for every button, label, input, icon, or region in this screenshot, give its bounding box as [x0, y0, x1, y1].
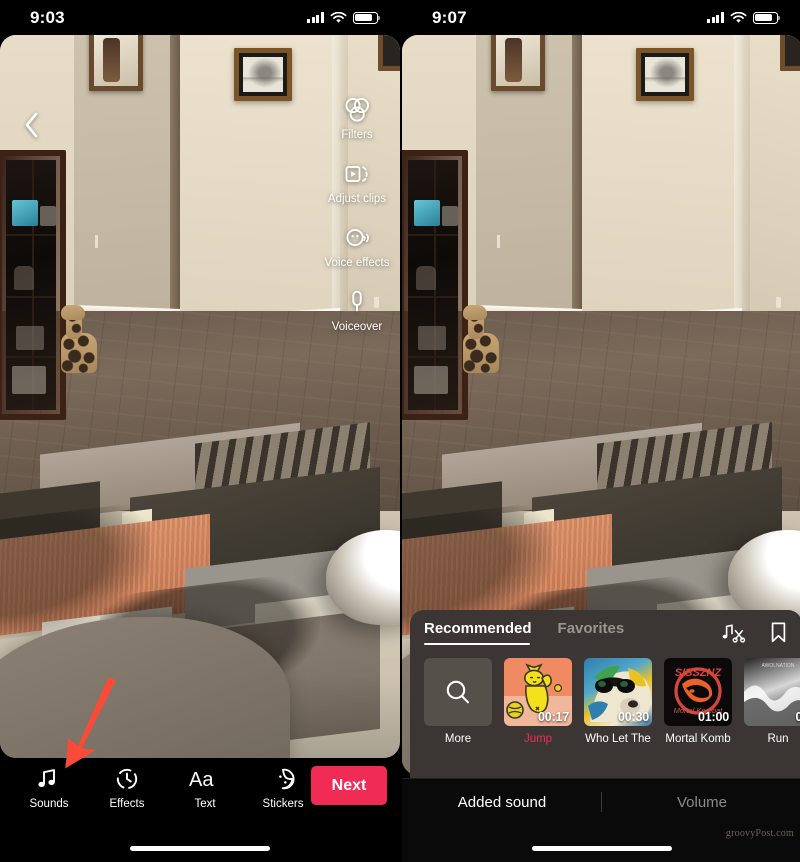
sound-item-mortal-kombat[interactable]: SISSZNZ Mortal Kombat 01:00 Mortal Komb — [664, 658, 732, 776]
sound-bottom-tabs: Added sound Volume groovyPost.com — [402, 778, 800, 862]
effects-clock-icon — [114, 766, 140, 792]
home-indicator — [532, 846, 672, 851]
sound-item-who-let-the[interactable]: 00:30 Who Let The — [584, 658, 652, 776]
sound-thumbnail: 00:17 — [504, 658, 572, 726]
framed-picture — [636, 48, 694, 101]
bottom-tool-sounds[interactable]: Sounds — [10, 766, 88, 810]
svg-text:AWOLNATION: AWOLNATION — [761, 663, 794, 669]
framed-picture — [378, 35, 400, 71]
wifi-icon — [330, 11, 347, 23]
filters-icon — [342, 95, 372, 125]
bottom-tool-text[interactable]: Aa Text — [166, 766, 244, 810]
bottom-tool-effects[interactable]: Effects — [88, 766, 166, 810]
tab-volume[interactable]: Volume — [602, 794, 800, 811]
bottom-tool-label: Effects — [109, 798, 145, 810]
adjust-clips-icon — [342, 159, 372, 189]
wifi-icon — [730, 11, 747, 23]
tab-favorites[interactable]: Favorites — [558, 620, 625, 638]
sound-bottom-tab-row: Added sound Volume — [402, 779, 800, 825]
sound-duration: 00:17 — [538, 710, 569, 724]
sound-duration: 00:30 — [618, 710, 649, 724]
watermark: groovyPost.com — [725, 828, 794, 839]
video-preview-left[interactable]: Filters Adjust clips Voice effects Voice… — [0, 35, 400, 758]
sound-name: Who Let The — [585, 733, 651, 745]
sound-item-run[interactable]: AWOLNATION 00 Run — [744, 658, 800, 776]
status-bar-indicators — [707, 11, 781, 24]
status-bar-time: 9:03 — [30, 7, 65, 27]
sound-name: Run — [767, 733, 789, 745]
svg-text:Aa: Aa — [189, 769, 214, 791]
status-bar-time: 9:07 — [432, 7, 467, 27]
tab-divider — [601, 792, 602, 812]
voice-effects-icon — [342, 223, 372, 253]
bookmark-icon[interactable] — [769, 621, 788, 644]
framed-picture — [780, 35, 800, 71]
editor-bottom-bar: Sounds Effects Aa Text Stickers Next — [0, 758, 400, 862]
giraffe-plush — [55, 305, 99, 373]
trim-sound-icon[interactable] — [722, 622, 747, 644]
side-tool-label: Voice effects — [324, 257, 390, 269]
sound-name: Mortal Komb — [665, 733, 731, 745]
search-icon — [424, 658, 492, 726]
battery-icon — [753, 11, 781, 24]
bottom-tool-label: Text — [194, 798, 216, 810]
sound-duration: 01:00 — [698, 710, 729, 724]
bottom-tool-label: Stickers — [262, 798, 304, 810]
status-bar-indicators — [307, 11, 381, 24]
sound-name: More — [444, 733, 472, 745]
tab-label: Recommended — [424, 620, 532, 637]
sound-sheet-actions — [722, 621, 788, 644]
side-tool-label: Voiceover — [331, 321, 383, 333]
side-tool-label: Adjust clips — [327, 193, 387, 205]
side-tool-rail: Filters Adjust clips Voice effects Voice… — [320, 95, 394, 334]
sound-sheet-header: Recommended Favorites — [410, 610, 800, 652]
next-button[interactable]: Next — [311, 766, 387, 805]
right-phone-screen: 9:07 Recommended Favorites More 00:17 Ju… — [400, 0, 800, 862]
side-tool-voiceover[interactable]: Voiceover — [331, 287, 383, 334]
comparison-screenshot: 9:03 Filters Adjust clips Voice effects … — [0, 0, 800, 862]
battery-icon — [353, 11, 381, 24]
sound-duration: 00 — [795, 710, 800, 724]
sound-item-jump[interactable]: 00:17 Jump — [504, 658, 572, 776]
status-bar-left: 9:03 — [0, 0, 400, 35]
sticker-icon — [270, 766, 296, 792]
tab-added-sound[interactable]: Added sound — [402, 794, 602, 811]
tab-recommended[interactable]: Recommended — [424, 620, 532, 645]
back-button[interactable] — [14, 108, 48, 142]
side-tool-label: Filters — [341, 129, 373, 141]
text-aa-icon: Aa — [188, 766, 222, 792]
china-cabinet — [402, 150, 468, 420]
microphone-icon — [342, 287, 372, 317]
home-indicator — [130, 846, 270, 851]
left-phone-screen: 9:03 Filters Adjust clips Voice effects … — [0, 0, 400, 862]
status-bar-right: 9:07 — [402, 0, 800, 35]
sound-name: Jump — [523, 733, 553, 745]
framed-picture — [234, 48, 292, 101]
sound-list[interactable]: More 00:17 Jump 00:30 Who Let The SISSZN… — [410, 658, 800, 776]
chevron-left-icon — [25, 112, 37, 138]
sound-picker-sheet: Recommended Favorites More 00:17 Jump 00… — [410, 610, 800, 778]
bottom-tool-label: Sounds — [29, 798, 69, 810]
side-tool-filters[interactable]: Filters — [341, 95, 373, 142]
framed-picture — [491, 35, 545, 91]
sound-thumbnail — [424, 658, 492, 726]
run-cover: AWOLNATION — [744, 658, 800, 726]
side-tool-voice-effects[interactable]: Voice effects — [325, 223, 390, 270]
signal-bars-icon — [707, 12, 724, 23]
giraffe-plush — [457, 305, 501, 373]
sound-thumbnail: 00:30 — [584, 658, 652, 726]
china-cabinet — [0, 150, 66, 420]
side-tool-adjust-clips[interactable]: Adjust clips — [328, 159, 386, 206]
sofa-arm — [0, 617, 290, 758]
signal-bars-icon — [307, 12, 324, 23]
music-note-icon — [36, 766, 62, 792]
svg-text:SISSZNZ: SISSZNZ — [675, 667, 723, 679]
framed-picture — [89, 35, 143, 91]
sound-item-more[interactable]: More — [424, 658, 492, 776]
tab-label: Favorites — [557, 620, 625, 637]
sound-thumbnail: AWOLNATION 00 — [744, 658, 800, 726]
sound-thumbnail: SISSZNZ Mortal Kombat 01:00 — [664, 658, 732, 726]
